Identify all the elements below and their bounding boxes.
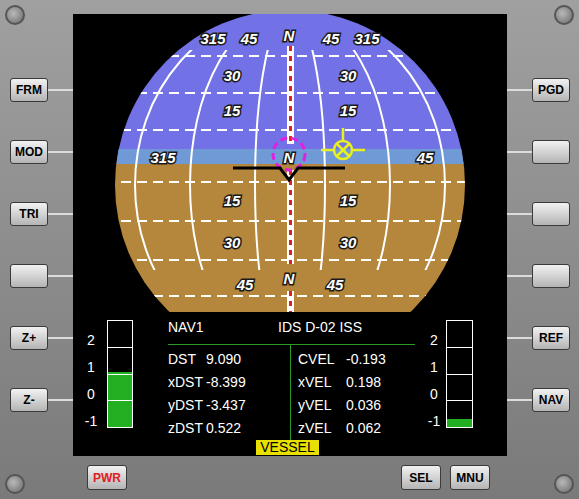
screw-icon — [554, 5, 574, 25]
button-line — [48, 213, 73, 215]
ball-label: 30 — [224, 234, 241, 251]
readout-row: zVEL0.062 — [298, 417, 416, 440]
readout-row: CVEL-0.193 — [298, 348, 416, 371]
right-button-column: PGD REF NAV — [507, 0, 579, 456]
readout-row: yDST-3.437 — [168, 394, 290, 417]
button-line — [507, 337, 532, 339]
nav-target: IDS D-02 ISS — [278, 318, 362, 336]
mfd-button[interactable]: Z- — [10, 388, 48, 412]
gauge-tick: 0 — [425, 381, 443, 408]
ball-label: 315 — [200, 30, 226, 47]
mfd-button[interactable] — [10, 264, 48, 288]
aircraft-symbol-icon — [233, 168, 345, 180]
button-line — [48, 275, 73, 277]
button-line — [48, 151, 73, 153]
gauge-bar — [446, 320, 473, 428]
ball-label: 45 — [240, 30, 258, 47]
mfd-button[interactable]: TRI — [10, 202, 48, 226]
mfd-button[interactable] — [532, 202, 570, 226]
ball-label: 315 — [354, 30, 380, 47]
readout-row: xVEL0.198 — [298, 371, 416, 394]
docking-panel: 210-1NAV1IDS D-02 ISSDST9.090xDST-8.399y… — [73, 312, 507, 456]
nav-header: NAV1IDS D-02 ISS — [150, 318, 425, 336]
readout-row: yVEL0.036 — [298, 394, 416, 417]
ball-label: 15 — [340, 102, 357, 119]
mfd-button[interactable]: MOD — [10, 140, 48, 164]
gauge-fill — [108, 372, 132, 427]
ball-label: 30 — [224, 67, 241, 84]
mfd-frame: FRM MOD TRI Z+ Z- 315 45 N 45 315 315 N 45 30 30 15 15 15… — [0, 0, 579, 499]
ball-label: 45 — [322, 30, 340, 47]
mfd-button[interactable] — [532, 140, 570, 164]
mfd-button[interactable]: PGD — [532, 78, 570, 102]
bottom-button-row: PWR SEL MNU — [0, 456, 579, 499]
screw-icon — [554, 474, 574, 494]
readout-row: zDST0.522 — [168, 417, 290, 440]
screw-icon — [5, 474, 25, 494]
readouts: DST9.090xDST-8.399yDST-3.437zDST0.522 CVE… — [168, 345, 416, 440]
ball-label: 45 — [236, 276, 254, 293]
gauge-tick: 2 — [425, 327, 443, 354]
ball-label: N — [284, 149, 296, 166]
gauge-tick: 1 — [79, 354, 103, 381]
gauge-tick: -1 — [79, 408, 103, 435]
ball-label: 45 — [326, 276, 344, 293]
readout-row: xDST-8.399 — [168, 371, 290, 394]
ball-label: 30 — [340, 67, 357, 84]
mfd-button[interactable]: NAV — [532, 388, 570, 412]
button-line — [48, 399, 73, 401]
mfd-button[interactable] — [532, 264, 570, 288]
mfd-screen: 31545N45315315N45303015151515303045N4521… — [73, 14, 507, 456]
gauge: 210-1 — [73, 312, 150, 456]
ball-label: 315 — [150, 149, 176, 166]
crosshair-icon — [321, 128, 365, 159]
button-line — [507, 213, 532, 215]
ball-label: 45 — [416, 149, 434, 166]
button-line — [48, 337, 73, 339]
mfd-button[interactable]: FRM — [10, 78, 48, 102]
power-button[interactable]: PWR — [87, 465, 127, 490]
ball-label: 15 — [224, 192, 241, 209]
ball-label: N — [284, 270, 296, 287]
mfd-button[interactable]: REF — [532, 326, 570, 350]
mode-badge[interactable]: VESSEL — [256, 440, 318, 455]
button-line — [507, 275, 532, 277]
mfd-button[interactable]: MNU — [450, 465, 490, 490]
gauge-tick: -1 — [425, 408, 443, 435]
ball-label: 15 — [340, 192, 357, 209]
gauge: 210-1 — [425, 312, 507, 456]
gauge-tick: 1 — [425, 354, 443, 381]
ball-label: N — [284, 27, 296, 44]
gauge-fill — [447, 419, 472, 427]
gauge-tick: 0 — [79, 381, 103, 408]
gauge-bar — [107, 320, 133, 428]
target-marker-icon — [273, 138, 305, 170]
mfd-button[interactable]: Z+ — [10, 326, 48, 350]
ball-label: 30 — [340, 234, 357, 251]
attitude-ball: 315 45 N 45 315 315 N 45 30 30 15 15 15 15 30 30 45 N 45 — [73, 14, 507, 312]
button-line — [48, 89, 73, 91]
button-line — [507, 89, 532, 91]
readout-row: DST9.090 — [168, 348, 290, 371]
nav-source: NAV1 — [168, 318, 278, 336]
mfd-button[interactable]: SEL — [401, 465, 441, 490]
screw-icon — [5, 5, 25, 25]
ball-label: 15 — [224, 102, 241, 119]
left-button-column: FRM MOD TRI Z+ Z- — [0, 0, 73, 456]
button-line — [507, 151, 532, 153]
button-line — [507, 399, 532, 401]
gauge-tick: 2 — [79, 327, 103, 354]
